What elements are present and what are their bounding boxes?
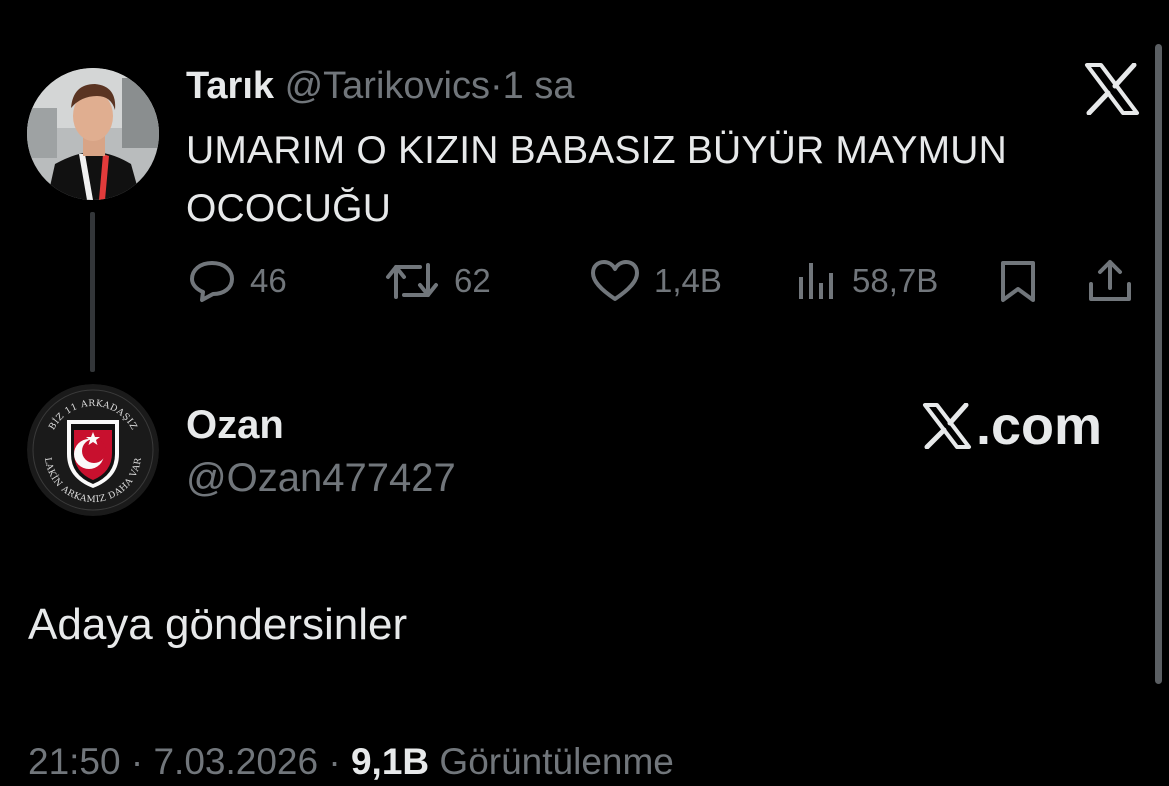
x-logo-icon: [923, 403, 971, 449]
scrollbar[interactable]: [1155, 44, 1162, 684]
retweet-button[interactable]: 62: [384, 258, 491, 304]
footer-time[interactable]: 21:50: [28, 741, 121, 782]
like-button[interactable]: 1,4B: [590, 258, 722, 304]
reply-icon: [190, 261, 234, 302]
tweet-text: UMARIM O KIZIN BABASIZ BÜYÜR MAYMUN OCOC…: [186, 129, 1008, 230]
reply-button[interactable]: 46: [188, 258, 287, 304]
tweet-header: Tarık @Tarikovics·1 sa: [186, 62, 574, 110]
author-name[interactable]: Tarık: [186, 65, 274, 107]
footer-separator: ·: [328, 741, 341, 782]
x-com-watermark: .com: [922, 395, 1102, 457]
brand-domain: .com: [976, 396, 1103, 456]
tweet-time[interactable]: 1 sa: [503, 65, 575, 107]
quoted-author-handle[interactable]: @Ozan477427: [186, 452, 456, 504]
quoted-tweet-text: Adaya göndersinler: [28, 600, 408, 649]
tweet-footer: 21:50 · 7.03.2026 · 9,1B Görüntülenme: [28, 738, 674, 786]
separator: ·: [489, 65, 503, 107]
avatar-photo: [27, 68, 159, 200]
views-button[interactable]: 58,7B: [796, 258, 938, 304]
reply-count: 46: [250, 262, 287, 299]
footer-views-count: 9,1B: [350, 741, 430, 782]
retweet-count: 62: [454, 262, 491, 299]
like-icon: [591, 260, 639, 301]
x-logo-icon[interactable]: [1084, 63, 1140, 115]
quoted-author-name[interactable]: Ozan: [186, 400, 284, 450]
footer-date[interactable]: 7.03.2026: [153, 741, 318, 782]
share-icon: [1089, 260, 1131, 301]
club-logo: BİZ 11 ARKADAŞIZ LAKİN ARKAMIZ DAHA VAR: [27, 384, 159, 516]
retweet-icon: [386, 263, 438, 299]
views-count: 58,7B: [852, 262, 939, 299]
footer-separator: ·: [130, 741, 144, 782]
views-icon: [799, 263, 833, 299]
avatar[interactable]: [27, 68, 159, 200]
footer-views-label: Görüntülenme: [439, 741, 674, 782]
bookmark-icon: [1001, 261, 1035, 302]
avatar[interactable]: BİZ 11 ARKADAŞIZ LAKİN ARKAMIZ DAHA VAR: [27, 384, 159, 516]
like-count: 1,4B: [654, 262, 722, 299]
share-button[interactable]: [1086, 258, 1134, 304]
thread-line: [90, 212, 95, 372]
author-handle[interactable]: @Tarikovics: [285, 65, 490, 107]
bookmark-button[interactable]: [996, 258, 1040, 304]
